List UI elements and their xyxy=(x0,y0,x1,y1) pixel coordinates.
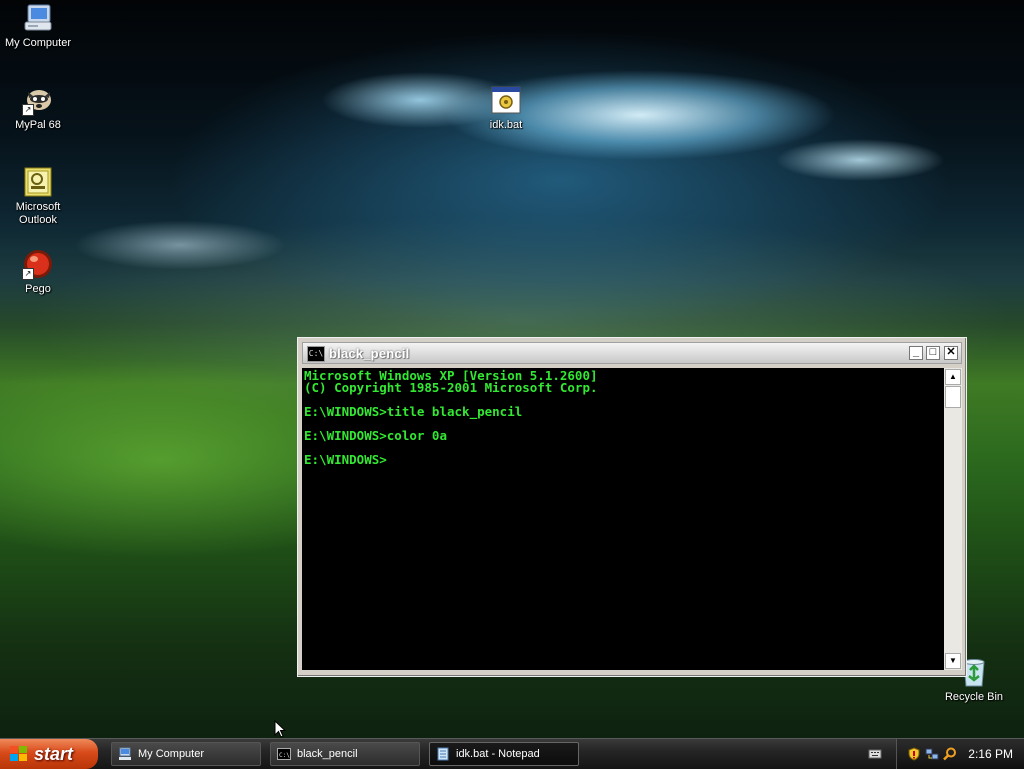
shortcut-arrow-icon: ↗ xyxy=(22,104,34,116)
desktop-icon-pego[interactable]: ↗ Pego xyxy=(0,248,76,296)
console-line: E:\WINDOWS>title black_pencil xyxy=(304,404,523,419)
console-line: E:\WINDOWS>color 0a xyxy=(304,428,447,443)
desktop: My Computer ↗ MyPal 68 Microsoft Outlook… xyxy=(0,0,1024,738)
desktop-icon-label: Pego xyxy=(25,283,51,295)
system-tray: 2:16 PM xyxy=(896,739,1024,769)
clock[interactable]: 2:16 PM xyxy=(968,739,1013,769)
keyboard-icon[interactable] xyxy=(868,747,882,761)
console-window[interactable]: C:\ black_pencil _ □ ✕ Microsoft Windows… xyxy=(297,337,967,677)
taskbar-button-label: idk.bat - Notepad xyxy=(456,748,540,760)
console-line: E:\WINDOWS> xyxy=(304,452,387,467)
computer-icon xyxy=(119,747,131,760)
taskbar-button-label: My Computer xyxy=(138,748,205,760)
batch-file-gear-icon xyxy=(490,84,522,116)
mypal-raccoon-icon: ↗ xyxy=(22,84,54,116)
pego-red-ball-icon: ↗ xyxy=(22,248,54,280)
network-icon[interactable] xyxy=(925,747,939,761)
desktop-icon-label: Microsoft Outlook xyxy=(15,201,61,226)
start-button[interactable]: start xyxy=(0,739,98,769)
svg-text:C:\: C:\ xyxy=(279,752,290,759)
console-app-icon[interactable]: C:\ xyxy=(307,346,325,362)
desktop-icon-mypal[interactable]: ↗ MyPal 68 xyxy=(0,84,76,132)
taskbar-button-notepad[interactable]: idk.bat - Notepad xyxy=(429,742,579,766)
start-label: start xyxy=(34,744,74,764)
shortcut-arrow-icon: ↗ xyxy=(22,268,34,280)
desktop-icon-label: Recycle Bin xyxy=(944,691,1004,703)
scroll-down-arrow-icon[interactable]: ▼ xyxy=(945,653,961,669)
console-line: (C) Copyright 1985-2001 Microsoft Corp. xyxy=(304,380,598,395)
minimize-button[interactable]: _ xyxy=(909,346,923,360)
taskbar-button-label: black_pencil xyxy=(297,748,358,760)
scroll-up-arrow-icon[interactable]: ▲ xyxy=(945,369,961,385)
console-titlebar[interactable]: C:\ black_pencil _ □ ✕ xyxy=(302,342,962,364)
desktop-icon-label: MyPal 68 xyxy=(15,119,61,131)
window-title: black_pencil xyxy=(329,346,410,361)
mouse-cursor-icon xyxy=(274,720,286,738)
desktop-icon-my-computer[interactable]: My Computer xyxy=(0,2,76,50)
taskbar-button-my-computer[interactable]: My Computer xyxy=(111,742,261,766)
desktop-icon-outlook[interactable]: Microsoft Outlook xyxy=(0,166,76,227)
scrollbar-thumb[interactable] xyxy=(945,386,961,408)
console-icon: C:\ xyxy=(277,748,291,760)
security-shield-icon[interactable] xyxy=(907,747,921,761)
desktop-icon-label: idk.bat xyxy=(489,119,523,131)
desktop-icon-label: My Computer xyxy=(4,37,72,49)
close-button[interactable]: ✕ xyxy=(944,346,958,360)
search-icon[interactable] xyxy=(943,747,957,761)
console-output[interactable]: Microsoft Windows XP [Version 5.1.2600](… xyxy=(302,368,944,670)
vertical-scrollbar[interactable]: ▲ ▼ xyxy=(944,368,962,670)
windows-flag-icon xyxy=(10,746,28,762)
outlook-icon xyxy=(22,166,54,198)
my-computer-icon xyxy=(22,2,54,34)
taskbar: start My Computer C:\ black_pencil idk.b… xyxy=(0,738,1024,769)
desktop-icon-idk-bat[interactable]: idk.bat xyxy=(468,84,544,132)
notepad-icon xyxy=(437,747,449,761)
maximize-button[interactable]: □ xyxy=(926,346,940,360)
taskbar-button-black-pencil[interactable]: C:\ black_pencil xyxy=(270,742,420,766)
